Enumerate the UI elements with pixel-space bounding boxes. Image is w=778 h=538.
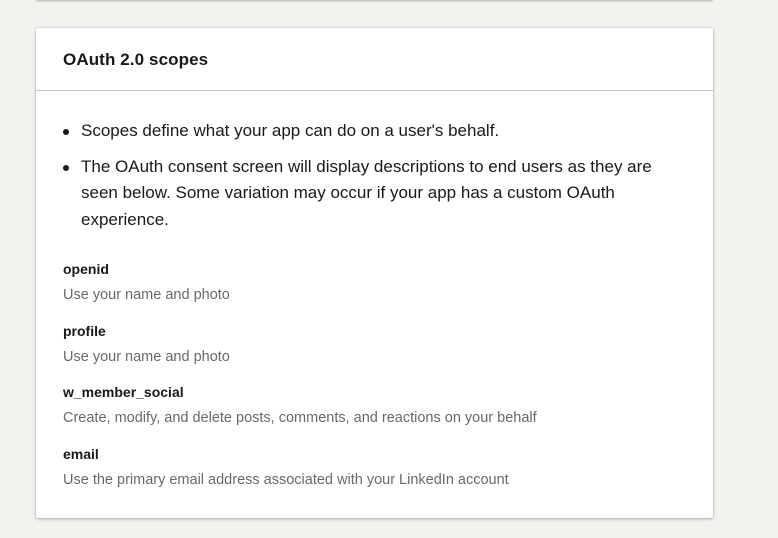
scope-name: openid: [63, 261, 109, 277]
scope-name: profile: [63, 322, 106, 339]
scope-notes-list: Scopes define what your app can do on a …: [63, 118, 675, 242]
scope-item-email: email Use the primary email address asso…: [63, 444, 683, 506]
scope-description: Use the primary email address associated…: [63, 471, 509, 488]
card-header: OAuth 2.0 scopes: [36, 28, 713, 91]
note-item: The OAuth consent screen will display de…: [63, 154, 675, 234]
scope-name: email: [63, 445, 99, 462]
scopes-list: openid Use your name and photo profile U…: [63, 259, 683, 505]
scope-description: Use your name and photo: [63, 287, 230, 303]
oauth-scopes-card: OAuth 2.0 scopes Scopes define what your…: [36, 28, 713, 518]
scope-item-w-member-social: w_member_social Create, modify, and dele…: [63, 382, 683, 444]
scope-name: w_member_social: [63, 384, 184, 400]
scope-item-profile: profile Use your name and photo: [63, 321, 683, 383]
scope-description: Create, modify, and delete posts, commen…: [63, 410, 537, 426]
scope-description: Use your name and photo: [63, 348, 230, 365]
scope-item-openid: openid Use your name and photo: [63, 259, 683, 321]
card-title: OAuth 2.0 scopes: [63, 50, 209, 69]
note-item: Scopes define what your app can do on a …: [63, 118, 675, 145]
